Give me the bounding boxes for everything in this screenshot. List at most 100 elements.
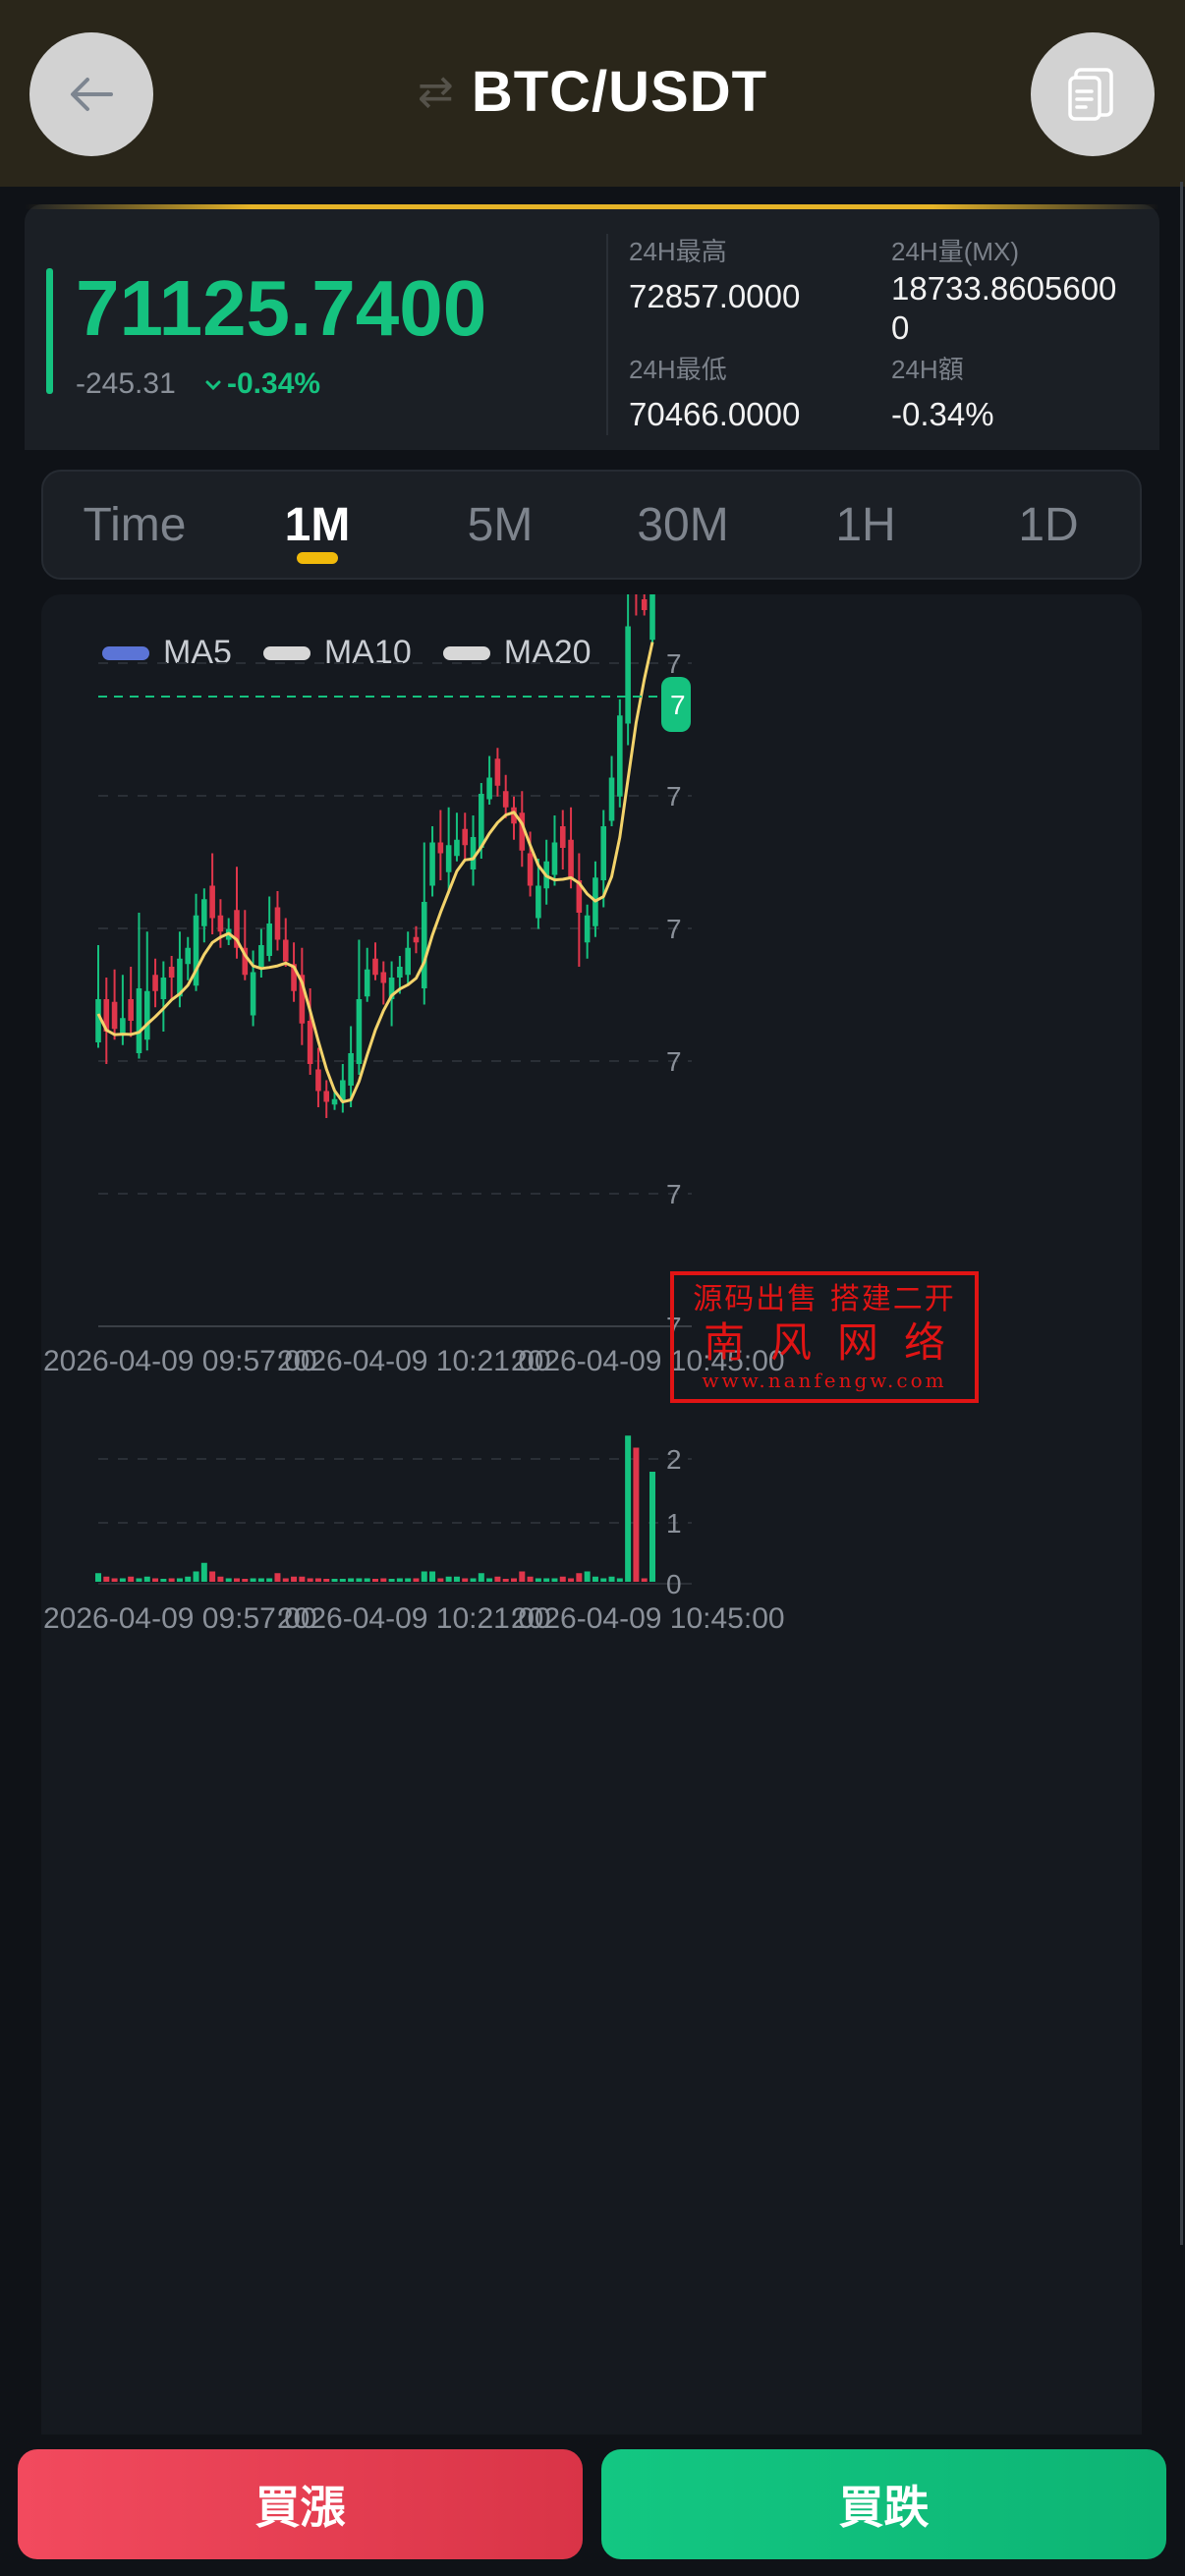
volume-bar xyxy=(160,1579,167,1582)
volume-tick-label: 0 xyxy=(666,1569,682,1599)
buy-up-button[interactable]: 買漲 xyxy=(18,2449,583,2559)
tab-1h[interactable]: 1H xyxy=(774,472,957,578)
volume-bar xyxy=(437,1578,444,1582)
watermark-stamp: 源码出售 搭建二开 南风网络 www.nanfengw.com xyxy=(670,1271,979,1403)
amount-label: 24H額 xyxy=(891,355,964,384)
scrollbar[interactable] xyxy=(1180,182,1183,2245)
top-bar: ⇄ BTC/USDT xyxy=(0,0,1185,187)
volume-bar xyxy=(453,1576,460,1582)
volume-bar xyxy=(405,1578,412,1582)
watermark-line3: www.nanfengw.com xyxy=(702,1369,947,1392)
volume-bar xyxy=(323,1579,330,1582)
volume-bar xyxy=(478,1573,484,1582)
volume-bar xyxy=(527,1576,534,1582)
candle-body xyxy=(209,885,215,919)
change-percent-value: -0.34% xyxy=(227,367,321,400)
kline-chart[interactable]: MA5 MA10 MA20 7 7 7 7 7 7 7 2026-04-09 09:57:00… xyxy=(41,594,1142,2436)
tab-30m[interactable]: 30M xyxy=(592,472,774,578)
candle-body xyxy=(282,939,289,962)
candle-body xyxy=(185,947,192,965)
volume-bar xyxy=(274,1573,281,1582)
volume-time-axis-label: 2026-04-09 09:57:00 xyxy=(43,1602,317,1635)
volume-tick-label: 2 xyxy=(666,1444,682,1475)
candle-body xyxy=(462,828,469,846)
volume-bar xyxy=(388,1579,395,1582)
volume-bar xyxy=(502,1579,509,1582)
volume-bar xyxy=(470,1578,477,1582)
volume-value: 18733.8605600 0 xyxy=(891,269,1116,348)
price-tick-label: 7 xyxy=(666,781,682,812)
candle-body xyxy=(494,758,501,786)
volume-bar xyxy=(193,1571,199,1582)
candle-body xyxy=(470,837,477,869)
candle-body xyxy=(625,626,631,724)
volume-bar xyxy=(128,1576,135,1582)
volume-value-line1: 18733.8605600 xyxy=(891,270,1117,307)
tab-1m[interactable]: 1M xyxy=(226,472,409,578)
volume-time-axis-label: 2026-04-09 10:45:00 xyxy=(511,1602,785,1635)
candle-body xyxy=(617,715,623,797)
volume-bar xyxy=(331,1579,338,1582)
candle-body xyxy=(274,907,281,940)
volume-bar xyxy=(625,1435,632,1582)
chevron-down-icon xyxy=(205,380,221,391)
candle-body xyxy=(405,947,411,976)
candle-body xyxy=(454,839,460,857)
candle-body xyxy=(437,842,444,854)
volume-bar xyxy=(266,1578,273,1582)
tab-5m[interactable]: 5M xyxy=(409,472,592,578)
chart-canvas[interactable]: 77777772026-04-09 09:57:002026-04-09 10:… xyxy=(41,594,1142,2436)
candle-body xyxy=(568,839,574,878)
price-tick-label: 7 xyxy=(666,648,682,679)
candle-body xyxy=(356,999,363,1064)
volume-bar xyxy=(152,1578,159,1582)
volume-bar xyxy=(372,1579,378,1582)
volume-bar xyxy=(291,1576,298,1582)
price-indicator-bar xyxy=(46,268,53,394)
volume-bar xyxy=(445,1576,452,1582)
volume-bar xyxy=(649,1472,655,1582)
candle-body xyxy=(527,853,534,886)
volume-bar xyxy=(600,1578,607,1582)
volume-label: 24H量(MX) xyxy=(891,237,1020,266)
candle-body xyxy=(584,915,591,943)
swap-icon: ⇄ xyxy=(417,67,454,117)
tab-label: 5M xyxy=(467,498,534,551)
volume-bar xyxy=(103,1576,110,1582)
volume-bar xyxy=(250,1578,256,1582)
volume-bar xyxy=(299,1576,306,1582)
volume-bar xyxy=(462,1578,469,1582)
change-percent: -0.34% xyxy=(203,367,320,401)
volume-bar xyxy=(535,1578,541,1582)
volume-bar xyxy=(209,1571,216,1582)
candle-body xyxy=(421,902,427,988)
candle-body xyxy=(600,826,607,880)
candle-body xyxy=(143,990,150,1040)
volume-bar xyxy=(257,1578,264,1582)
candle-body xyxy=(559,826,566,848)
volume-bar xyxy=(429,1571,436,1582)
tab-label: 1H xyxy=(835,498,896,551)
buy-down-button[interactable]: 買跌 xyxy=(601,2449,1166,2559)
volume-bar xyxy=(511,1578,517,1582)
candle-body xyxy=(486,777,492,800)
active-tab-indicator xyxy=(297,552,338,564)
volume-bar xyxy=(307,1578,313,1582)
tab-label: 1D xyxy=(1018,498,1079,551)
volume-bar xyxy=(200,1562,207,1582)
document-button[interactable] xyxy=(1031,32,1155,156)
candle-body xyxy=(348,1053,354,1086)
volume-bar xyxy=(314,1578,321,1582)
tab-1d[interactable]: 1D xyxy=(957,472,1140,578)
candle-body xyxy=(201,899,207,926)
document-icon xyxy=(1068,68,1113,121)
volume-bar xyxy=(421,1571,427,1582)
candle-body xyxy=(120,1018,126,1035)
time-axis-label: 2026-04-09 09:57:00 xyxy=(43,1345,317,1377)
volume-bar xyxy=(380,1578,387,1582)
candle-body xyxy=(168,967,175,978)
tab-time[interactable]: Time xyxy=(43,472,226,578)
watermark-line2: 南风网络 xyxy=(703,1318,971,1367)
volume-bar xyxy=(234,1578,240,1582)
volume-bar xyxy=(396,1578,403,1582)
